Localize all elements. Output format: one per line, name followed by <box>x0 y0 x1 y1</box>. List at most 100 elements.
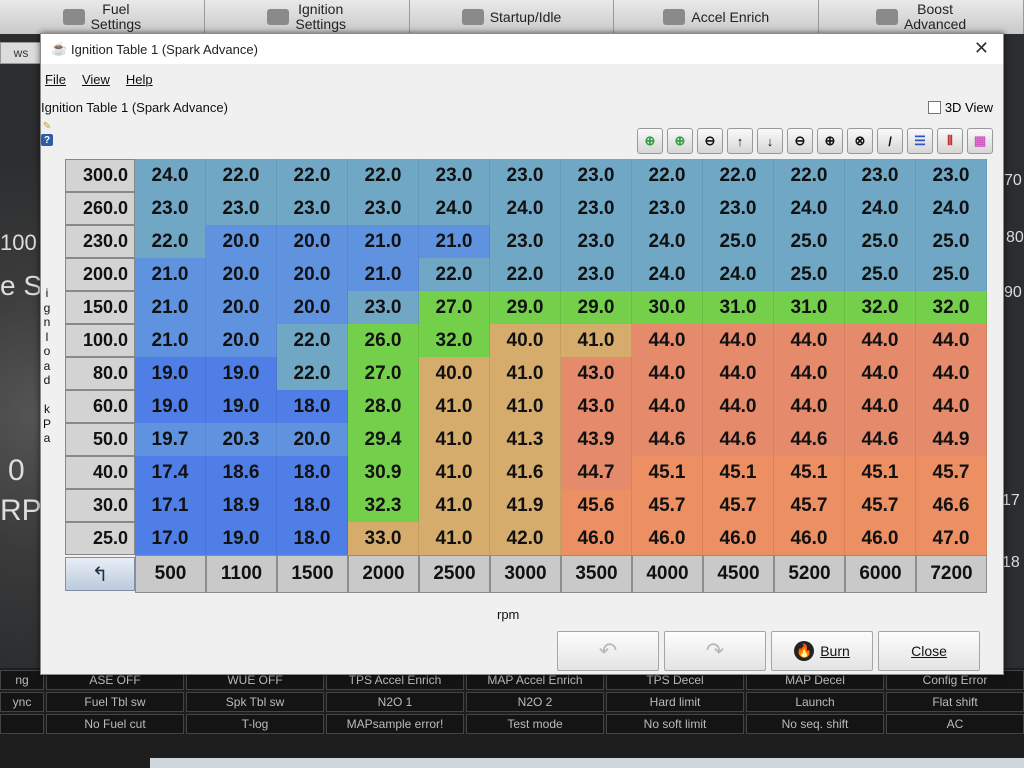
table-cell[interactable]: 42.0 <box>490 522 561 555</box>
table-cell[interactable]: 22.0 <box>348 159 419 192</box>
side-tab[interactable]: ws <box>0 42 42 64</box>
menu-view[interactable]: View <box>80 70 112 89</box>
table-cell[interactable]: 23.0 <box>916 159 987 192</box>
table-cell[interactable]: 44.0 <box>916 357 987 390</box>
table-cell[interactable]: 45.7 <box>774 489 845 522</box>
table-cell[interactable]: 46.0 <box>845 522 916 555</box>
table-cell[interactable]: 47.0 <box>916 522 987 555</box>
color-scale-icon[interactable]: ▦ <box>967 128 993 154</box>
table-cell[interactable]: 20.0 <box>206 324 277 357</box>
interpolate-pen-icon[interactable]: / <box>877 128 903 154</box>
table-cell[interactable]: 18.9 <box>206 489 277 522</box>
table-cell[interactable]: 44.0 <box>703 390 774 423</box>
table-cell[interactable]: 44.0 <box>632 324 703 357</box>
table-cell[interactable]: 41.0 <box>419 489 490 522</box>
table-cell[interactable]: 23.0 <box>703 192 774 225</box>
table-cell[interactable]: 23.0 <box>561 258 632 291</box>
table-cell[interactable]: 45.7 <box>845 489 916 522</box>
table-cell[interactable]: 41.0 <box>419 423 490 456</box>
table-cell[interactable]: 20.0 <box>206 291 277 324</box>
rpm-bin-cell[interactable]: 3000 <box>490 555 561 593</box>
table-cell[interactable]: 20.0 <box>277 225 348 258</box>
table-cell[interactable]: 41.0 <box>419 522 490 555</box>
rpm-bin-cell[interactable]: 500 <box>135 555 206 593</box>
table-cell[interactable]: 20.3 <box>206 423 277 456</box>
table-cell[interactable]: 23.0 <box>561 159 632 192</box>
table-cell[interactable]: 23.0 <box>561 225 632 258</box>
redo-button[interactable]: ↷ <box>664 631 766 671</box>
table-cell[interactable]: 32.0 <box>916 291 987 324</box>
table-cell[interactable]: 25.0 <box>774 258 845 291</box>
load-bin-cell[interactable]: 260.0 <box>65 192 135 225</box>
load-bin-cell[interactable]: 40.0 <box>65 456 135 489</box>
load-bin-cell[interactable]: 60.0 <box>65 390 135 423</box>
table-cell[interactable]: 21.0 <box>348 258 419 291</box>
table-cell[interactable]: 24.0 <box>419 192 490 225</box>
table-cell[interactable]: 23.0 <box>845 159 916 192</box>
table-cell[interactable]: 21.0 <box>135 291 206 324</box>
table-cell[interactable]: 45.7 <box>703 489 774 522</box>
table-cell[interactable]: 46.6 <box>916 489 987 522</box>
table-cell[interactable]: 18.0 <box>277 522 348 555</box>
increase-green-icon[interactable]: ⊕ <box>637 128 663 154</box>
smooth-columns-icon[interactable]: ⦀ <box>937 128 963 154</box>
increment-icon[interactable]: ⊕ <box>817 128 843 154</box>
load-bin-cell[interactable]: 300.0 <box>65 159 135 192</box>
pencil-icon[interactable]: ✎ <box>41 120 53 132</box>
table-cell[interactable]: 18.0 <box>277 456 348 489</box>
table-cell[interactable]: 44.0 <box>774 357 845 390</box>
table-cell[interactable]: 41.0 <box>419 456 490 489</box>
help-icon[interactable]: ? <box>41 134 53 146</box>
table-cell[interactable]: 45.6 <box>561 489 632 522</box>
rpm-bin-cell[interactable]: 6000 <box>845 555 916 593</box>
table-cell[interactable]: 23.0 <box>490 159 561 192</box>
table-cell[interactable]: 23.0 <box>632 192 703 225</box>
table-cell[interactable]: 44.6 <box>632 423 703 456</box>
table-cell[interactable]: 19.0 <box>135 357 206 390</box>
load-bin-cell[interactable]: 200.0 <box>65 258 135 291</box>
view-3d-toggle[interactable]: 3D View <box>927 100 993 115</box>
table-cell[interactable]: 24.0 <box>632 225 703 258</box>
table-cell[interactable]: 44.0 <box>632 390 703 423</box>
top-button-1[interactable]: Ignition Settings <box>205 0 410 34</box>
top-button-3[interactable]: Accel Enrich <box>614 0 820 34</box>
table-cell[interactable]: 24.0 <box>845 192 916 225</box>
arrow-down-icon[interactable]: ↓ <box>757 128 783 154</box>
table-cell[interactable]: 41.6 <box>490 456 561 489</box>
table-cell[interactable]: 44.9 <box>916 423 987 456</box>
load-bin-cell[interactable]: 50.0 <box>65 423 135 456</box>
arrow-up-icon[interactable]: ↑ <box>727 128 753 154</box>
table-cell[interactable]: 40.0 <box>419 357 490 390</box>
load-bin-cell[interactable]: 100.0 <box>65 324 135 357</box>
load-bin-cell[interactable]: 30.0 <box>65 489 135 522</box>
table-cell[interactable]: 18.0 <box>277 489 348 522</box>
table-cell[interactable]: 44.0 <box>703 357 774 390</box>
dialog-titlebar[interactable]: ☕ Ignition Table 1 (Spark Advance) ✕ <box>41 34 1003 64</box>
table-cell[interactable]: 33.0 <box>348 522 419 555</box>
table-cell[interactable]: 45.1 <box>632 456 703 489</box>
table-cell[interactable]: 24.0 <box>632 258 703 291</box>
table-cell[interactable]: 31.0 <box>774 291 845 324</box>
table-cell[interactable]: 27.0 <box>348 357 419 390</box>
top-button-4[interactable]: Boost Advanced <box>819 0 1024 34</box>
table-cell[interactable]: 45.1 <box>774 456 845 489</box>
table-cell[interactable]: 23.0 <box>206 192 277 225</box>
table-cell[interactable]: 19.0 <box>135 390 206 423</box>
smooth-rows-icon[interactable]: ☰ <box>907 128 933 154</box>
table-cell[interactable]: 19.0 <box>206 357 277 390</box>
rpm-bin-cell[interactable]: 1100 <box>206 555 277 593</box>
table-cell[interactable]: 23.0 <box>419 159 490 192</box>
table-cell[interactable]: 24.0 <box>135 159 206 192</box>
table-cell[interactable]: 43.9 <box>561 423 632 456</box>
table-cell[interactable]: 44.0 <box>774 324 845 357</box>
table-cell[interactable]: 18.6 <box>206 456 277 489</box>
rpm-bin-cell[interactable]: 2000 <box>348 555 419 593</box>
table-cell[interactable]: 19.0 <box>206 390 277 423</box>
table-cell[interactable]: 20.0 <box>277 291 348 324</box>
table-cell[interactable]: 43.0 <box>561 390 632 423</box>
view-3d-checkbox[interactable] <box>927 101 941 114</box>
table-cell[interactable]: 24.0 <box>916 192 987 225</box>
table-cell[interactable]: 22.0 <box>419 258 490 291</box>
table-cell[interactable]: 32.3 <box>348 489 419 522</box>
table-cell[interactable]: 23.0 <box>348 192 419 225</box>
